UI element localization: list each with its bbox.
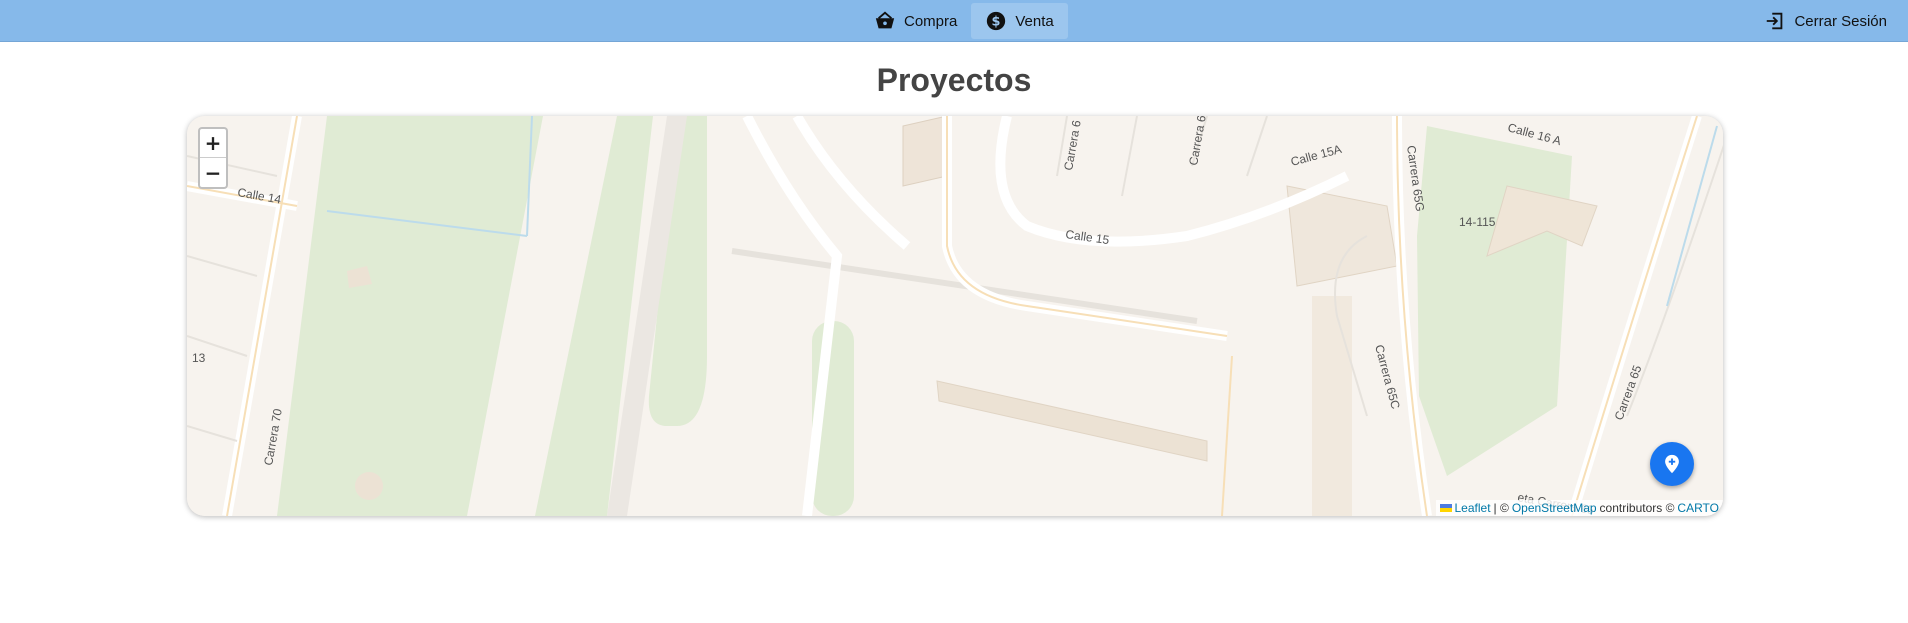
logout-label: Cerrar Sesión: [1794, 12, 1887, 30]
zoom-out-button[interactable]: −: [200, 158, 226, 187]
basket-icon: [874, 10, 896, 32]
main-nav: Compra $ Venta: [860, 3, 1068, 39]
logout-icon: [1764, 10, 1786, 32]
page-title: Proyectos: [876, 62, 1032, 98]
zoom-control: + −: [198, 127, 228, 189]
nav-compra-button[interactable]: Compra: [860, 3, 971, 39]
street-label: 13: [192, 351, 206, 365]
top-navbar: Compra $ Venta Cerrar Sesión: [0, 0, 1908, 42]
map-tiles: Calle 14 Carrera 70 Calle 15 Calle 15A C…: [187, 116, 1723, 516]
carto-link[interactable]: CARTO: [1677, 501, 1719, 515]
nav-compra-label: Compra: [904, 12, 958, 30]
dollar-coin-icon: $: [985, 10, 1007, 32]
svg-text:$: $: [992, 15, 1001, 30]
nav-venta-label: Venta: [1015, 12, 1054, 30]
leaflet-link[interactable]: Leaflet: [1455, 501, 1491, 515]
map-container[interactable]: Calle 14 Carrera 70 Calle 15 Calle 15A C…: [187, 116, 1723, 516]
building-number-label: 14-115: [1459, 215, 1496, 229]
logout-button[interactable]: Cerrar Sesión: [1764, 3, 1887, 39]
attribution-separator: | ©: [1493, 501, 1509, 515]
openstreetmap-link[interactable]: OpenStreetMap: [1512, 501, 1597, 515]
attribution-contributors: contributors ©: [1599, 501, 1675, 515]
zoom-in-button[interactable]: +: [200, 129, 226, 158]
add-location-button[interactable]: [1650, 442, 1694, 486]
add-location-icon: [1661, 453, 1683, 475]
nav-venta-button[interactable]: $ Venta: [971, 3, 1068, 39]
ukraine-flag-icon: [1439, 504, 1452, 512]
map-attribution: Leaflet | © OpenStreetMap contributors ©…: [1435, 500, 1723, 516]
